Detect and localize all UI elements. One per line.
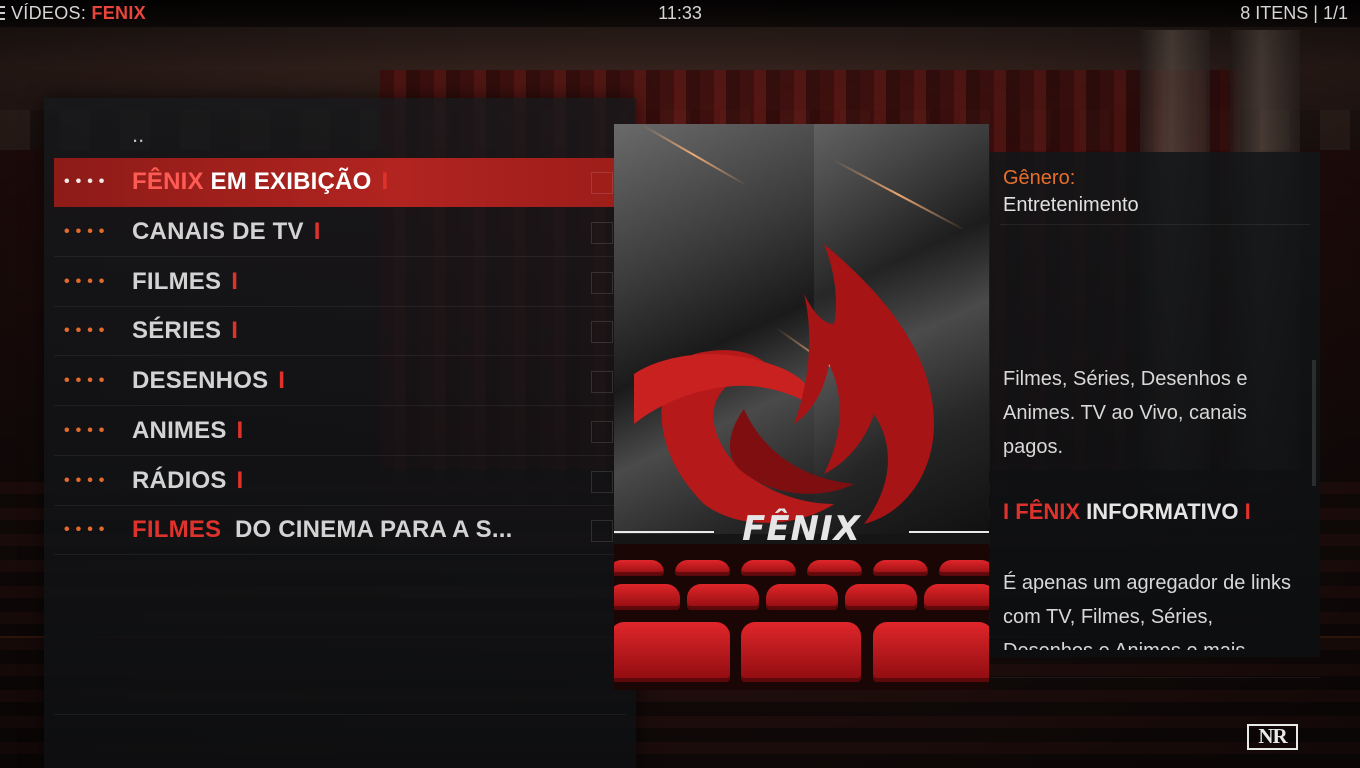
checkbox-icon[interactable] bbox=[591, 421, 613, 443]
seat bbox=[765, 584, 838, 610]
list-item-label: RÁDIOS bbox=[132, 467, 227, 494]
list-item[interactable]: •••• ANIMES I bbox=[54, 407, 625, 456]
list-item-separator: I bbox=[278, 367, 286, 394]
seat-row bbox=[614, 622, 989, 682]
seat bbox=[938, 560, 989, 576]
info-heading: I FÊNIX INFORMATIVO I bbox=[1003, 499, 1251, 525]
seat bbox=[923, 584, 989, 610]
heading-bar-right: I bbox=[1244, 499, 1251, 524]
list-item[interactable]: •••• CANAIS DE TV I bbox=[54, 208, 625, 257]
seat-row bbox=[614, 584, 989, 610]
list-item[interactable]: •••• RÁDIOS I bbox=[54, 457, 625, 506]
list-item[interactable]: •••• FILMES I bbox=[54, 258, 625, 307]
list-item-title: CANAIS DE TV I bbox=[132, 218, 321, 246]
list-item-label: ANIMES bbox=[132, 417, 227, 444]
list-item-label: EM EXIBIÇÃO bbox=[203, 168, 372, 195]
description-text: É apenas um agregador de links com TV, F… bbox=[1003, 572, 1291, 650]
seat bbox=[844, 584, 917, 610]
list-item-label: DESENHOS bbox=[132, 367, 269, 394]
genre-value: Entretenimento bbox=[1003, 194, 1139, 216]
parent-folder-item[interactable]: .. bbox=[132, 122, 144, 148]
top-bar: VÍDEOS: FENIX 11:33 8 ITENS | 1/1 bbox=[0, 0, 1360, 27]
list-item-label: DO CINEMA PARA A S... bbox=[221, 516, 513, 543]
list-item-accent: FÊNIX bbox=[132, 168, 204, 195]
list-item-accent: FILMES bbox=[132, 516, 222, 543]
panel-divider bbox=[54, 714, 626, 715]
list-item-dots: •••• bbox=[64, 273, 111, 290]
checkbox-icon[interactable] bbox=[591, 272, 613, 294]
heading-bar-left: I bbox=[1003, 499, 1010, 524]
seat bbox=[686, 584, 759, 610]
list-item-title: FILMES I bbox=[132, 268, 238, 296]
list-item-label: SÉRIES bbox=[132, 317, 222, 344]
checkbox-icon[interactable] bbox=[591, 371, 613, 393]
list-item-separator: I bbox=[313, 218, 321, 245]
list-item-title: FÊNIX EM EXIBIÇÃO I bbox=[132, 168, 388, 196]
list-item[interactable]: •••• DESENHOS I bbox=[54, 357, 625, 406]
list-item[interactable]: •••• FÊNIX EM EXIBIÇÃO I bbox=[54, 158, 625, 207]
list-item[interactable]: •••• FILMES DO CINEMA PARA A S... bbox=[54, 506, 625, 555]
heading-text: INFORMATIVO bbox=[1086, 499, 1239, 524]
list-item-label: CANAIS DE TV bbox=[132, 218, 304, 245]
plot-text: Filmes, Séries, Desenhos e Animes. TV ao… bbox=[1003, 368, 1248, 458]
seat bbox=[614, 560, 665, 576]
checkbox-icon[interactable] bbox=[591, 471, 613, 493]
info-scrollbar[interactable] bbox=[1312, 360, 1316, 486]
seat bbox=[806, 560, 862, 576]
poster-logo-text: FÊNIX bbox=[742, 509, 861, 549]
list-item-dots: •••• bbox=[64, 472, 111, 489]
seat bbox=[741, 622, 862, 682]
poster-seats bbox=[614, 544, 989, 690]
list-item-dots: •••• bbox=[64, 372, 111, 389]
list-item-dots: •••• bbox=[64, 173, 111, 190]
info-footer-line bbox=[990, 677, 1320, 678]
genre-label: Gênero: bbox=[1003, 167, 1076, 189]
list-item-separator: I bbox=[231, 317, 239, 344]
seat bbox=[872, 560, 928, 576]
clock: 11:33 bbox=[658, 3, 702, 23]
info-divider bbox=[1000, 224, 1310, 225]
list-item-separator: I bbox=[381, 168, 389, 195]
description-viewport[interactable]: É apenas um agregador de links com TV, F… bbox=[1003, 566, 1303, 650]
list-item-title: SÉRIES I bbox=[132, 317, 238, 345]
poster-artwork: FÊNIX bbox=[614, 124, 989, 690]
list-item-title: FILMES DO CINEMA PARA A S... bbox=[132, 516, 522, 544]
checkbox-icon[interactable] bbox=[591, 222, 613, 244]
heading-accent: FÊNIX bbox=[1015, 499, 1081, 524]
checkbox-icon[interactable] bbox=[591, 172, 613, 194]
seat bbox=[741, 560, 797, 576]
item-count: 8 ITENS | 1/1 bbox=[1240, 3, 1348, 23]
seat bbox=[614, 622, 730, 682]
list-item[interactable]: •••• SÉRIES I bbox=[54, 307, 625, 356]
list-item-title: RÁDIOS I bbox=[132, 467, 243, 495]
list-item-dots: •••• bbox=[64, 322, 111, 339]
seat bbox=[873, 622, 989, 682]
seat-row bbox=[614, 560, 989, 576]
seat bbox=[675, 560, 731, 576]
nr-rating-badge: NR bbox=[1247, 724, 1298, 750]
list-item-dots: •••• bbox=[64, 521, 111, 538]
list-item-title: ANIMES I bbox=[132, 417, 243, 445]
phoenix-logo-icon bbox=[634, 244, 934, 524]
list-item-dots: •••• bbox=[64, 223, 111, 240]
list-item-label: FILMES bbox=[132, 268, 222, 295]
checkbox-icon[interactable] bbox=[591, 520, 613, 542]
list-item-dots: •••• bbox=[64, 422, 111, 439]
checkbox-icon[interactable] bbox=[591, 321, 613, 343]
list-item-title: DESENHOS I bbox=[132, 367, 285, 395]
list-item-separator: I bbox=[236, 417, 244, 444]
list-item-separator: I bbox=[231, 268, 239, 295]
seat bbox=[614, 584, 680, 610]
list-item-separator: I bbox=[236, 467, 244, 494]
